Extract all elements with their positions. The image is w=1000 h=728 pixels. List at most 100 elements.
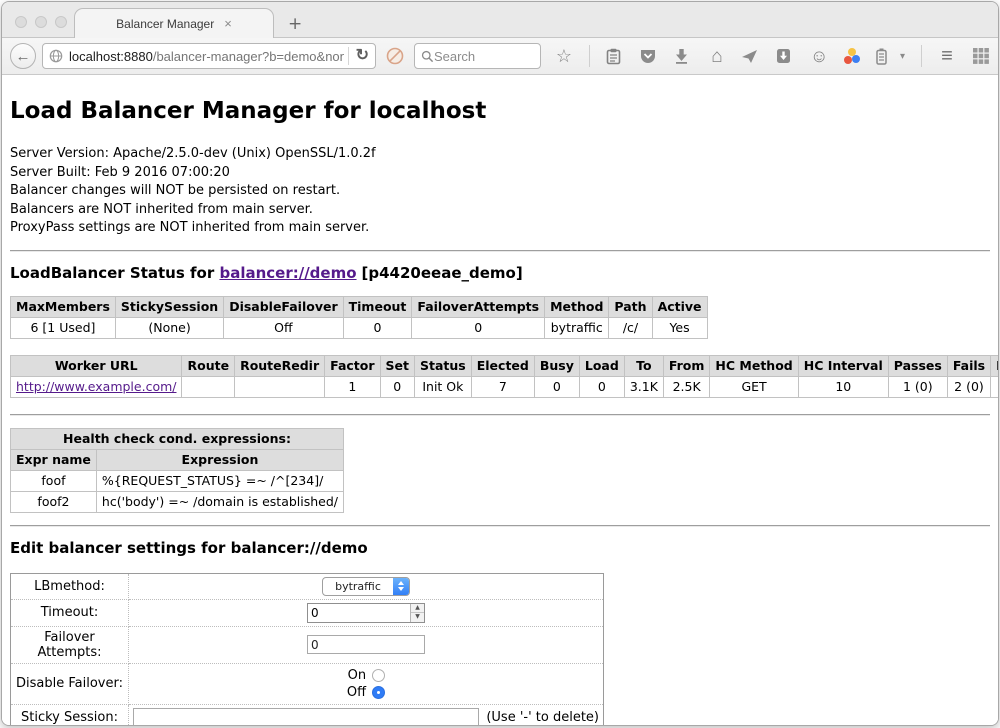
table-cell: 1 (0) — [888, 376, 947, 397]
zoom-window-button[interactable] — [55, 16, 67, 28]
lbmethod-label: LBmethod: — [11, 573, 129, 599]
column-header: Load — [579, 355, 624, 376]
tab-close-icon[interactable]: × — [224, 17, 232, 30]
balancer-demo-link[interactable]: balancer://demo — [219, 264, 356, 282]
table-cell: foof — [11, 470, 97, 491]
menu-hamburger-icon[interactable]: ≡ — [938, 46, 956, 66]
table-row: foof2hc('body') =~ /domain is establishe… — [11, 491, 344, 512]
window-controls[interactable] — [15, 16, 67, 28]
reload-icon[interactable]: ↻ — [356, 48, 369, 64]
column-header: Worker URL — [11, 355, 182, 376]
edit-balancer-form: LBmethod: bytraffic Timeout: ▲▼ — [10, 573, 604, 726]
bookmark-star-icon[interactable]: ☆ — [555, 47, 573, 65]
status-heading-suffix: [p4420eeae_demo] — [362, 264, 523, 282]
column-header: DisableFailover — [224, 296, 343, 317]
sticky-session-row: (Use '-' to delete) — [133, 708, 599, 726]
sticky-session-input[interactable] — [133, 708, 479, 726]
save-box-icon[interactable] — [776, 48, 794, 64]
worker-url-link[interactable]: http://www.example.com/ — [16, 379, 176, 394]
column-header: Set — [380, 355, 414, 376]
failover-attempts-label: Failover Attempts: — [11, 626, 129, 663]
radio-off-label: Off — [347, 685, 366, 700]
minimize-window-button[interactable] — [35, 16, 47, 28]
table-header-row: MaxMembersStickySessionDisableFailoverTi… — [11, 296, 708, 317]
table-cell: 0 — [380, 376, 414, 397]
close-window-button[interactable] — [15, 16, 27, 28]
sticky-session-hint: (Use '-' to delete) — [486, 710, 599, 725]
column-header: HC uri — [991, 355, 998, 376]
table-cell: /c/ — [609, 317, 652, 338]
timeout-label: Timeout: — [11, 599, 129, 626]
table-cell: 6 [1 Used] — [11, 317, 116, 338]
divider — [10, 525, 990, 527]
table-cell: %{REQUEST_STATUS} =~ /^[234]/ — [96, 470, 343, 491]
table-header-row: Worker URLRouteRouteRedirFactorSetStatus… — [11, 355, 999, 376]
send-plane-icon[interactable] — [742, 49, 760, 64]
info-line: Server Version: Apache/2.5.0-dev (Unix) … — [10, 145, 990, 164]
radio-on[interactable] — [372, 669, 385, 682]
battery-icon[interactable] — [876, 48, 894, 65]
column-header: Expr name — [11, 449, 97, 470]
clipboard-icon[interactable] — [606, 48, 624, 65]
column-header: Passes — [888, 355, 947, 376]
search-input[interactable] — [434, 49, 534, 64]
divider — [10, 414, 990, 416]
table-cell: hc('body') =~ /domain is established/ — [96, 491, 343, 512]
new-tab-button[interactable]: + — [288, 16, 302, 33]
back-button[interactable]: ← — [10, 43, 36, 69]
navigation-toolbar: ← localhost:8880/balancer-manager?b=demo… — [2, 38, 998, 75]
page-content: Load Balancer Manager for localhost Serv… — [2, 75, 998, 725]
radio-off[interactable] — [372, 686, 385, 699]
table-cell: (None) — [115, 317, 223, 338]
url-bar[interactable]: localhost:8880/balancer-manager?b=demo&n… — [42, 43, 376, 69]
number-spinner[interactable]: ▲▼ — [410, 604, 424, 622]
search-bar[interactable] — [414, 43, 541, 69]
home-icon[interactable]: ⌂ — [708, 47, 726, 66]
table-cell: GET — [710, 376, 798, 397]
column-header: Expression — [96, 449, 343, 470]
table-cell: Init Ok — [415, 376, 472, 397]
column-header: Active — [652, 296, 707, 317]
table-header-row: Expr nameExpression — [11, 449, 344, 470]
toolbar-icons: ☆ ⌂ ☺ ▾ ≡ — [555, 45, 990, 67]
tab-balancer-manager[interactable]: Balancer Manager × — [74, 8, 274, 38]
pocket-icon[interactable] — [640, 48, 658, 64]
info-line: Balancer changes will NOT be persisted o… — [10, 182, 990, 201]
column-header: Route — [182, 355, 235, 376]
tile-grid-icon[interactable] — [972, 47, 990, 65]
balancer-settings-table: MaxMembersStickySessionDisableFailoverTi… — [10, 296, 708, 339]
server-info: Server Version: Apache/2.5.0-dev (Unix) … — [10, 145, 990, 238]
column-header: HC Method — [710, 355, 798, 376]
globe-icon — [49, 49, 63, 63]
table-cell: http://www.example.com/ — [11, 376, 182, 397]
browser-window: Balancer Manager × + ← localhost:8880/ba… — [1, 1, 999, 726]
download-icon[interactable] — [674, 48, 692, 64]
table-cell: Off — [224, 317, 343, 338]
smiley-icon[interactable]: ☺ — [810, 47, 828, 65]
health-table-title: Health check cond. expressions: — [11, 428, 344, 449]
colored-dots-icon[interactable] — [844, 48, 860, 64]
failover-attempts-input[interactable] — [307, 635, 425, 654]
table-cell: 2.5K — [663, 376, 710, 397]
column-header: Method — [545, 296, 609, 317]
table-cell: 10 — [798, 376, 888, 397]
toolbar-separator — [921, 45, 922, 67]
info-line: ProxyPass settings are NOT inherited fro… — [10, 219, 990, 238]
chevron-down-icon[interactable]: ▾ — [900, 51, 905, 62]
radio-on-label: On — [348, 668, 366, 683]
table-row: foof%{REQUEST_STATUS} =~ /^[234]/ — [11, 470, 344, 491]
timeout-input[interactable] — [308, 604, 410, 622]
url-divider — [348, 47, 349, 65]
content-blocked-icon[interactable] — [386, 47, 404, 65]
toolbar-separator — [589, 45, 590, 67]
column-header: Busy — [534, 355, 579, 376]
timeout-input-wrap: ▲▼ — [307, 603, 425, 623]
lbmethod-select[interactable]: bytraffic — [322, 577, 410, 596]
workers-table: Worker URLRouteRouteRedirFactorSetStatus… — [10, 355, 998, 398]
loadbalancer-status-heading: LoadBalancer Status for balancer://demo[… — [10, 264, 990, 282]
table-cell: bytraffic — [545, 317, 609, 338]
page-title: Load Balancer Manager for localhost — [10, 98, 990, 124]
table-cell: foof2 — [11, 491, 97, 512]
table-cell: 0 — [343, 317, 412, 338]
column-header: Timeout — [343, 296, 412, 317]
